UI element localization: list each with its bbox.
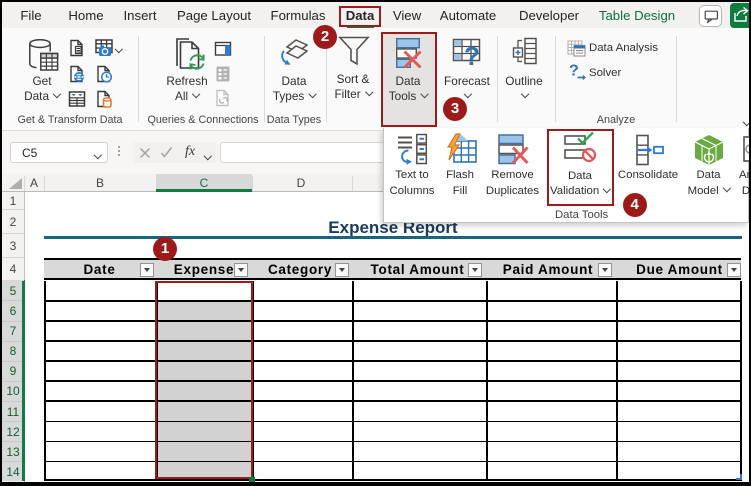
- svg-text:?: ?: [464, 41, 480, 66]
- svg-text:?: ?: [569, 63, 579, 80]
